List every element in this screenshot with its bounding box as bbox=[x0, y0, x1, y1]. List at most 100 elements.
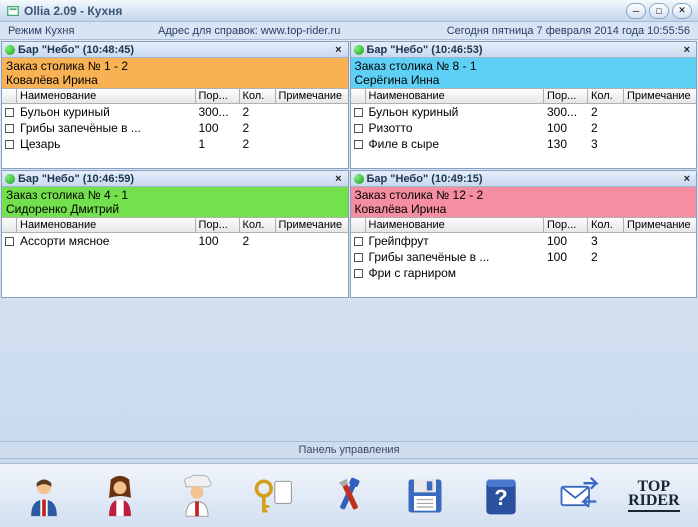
col-note[interactable]: Примечание bbox=[624, 89, 696, 103]
panel-close-icon[interactable]: × bbox=[332, 44, 344, 56]
checkbox-icon[interactable] bbox=[5, 140, 14, 149]
cell-qty: 2 bbox=[240, 121, 276, 135]
checkbox-icon[interactable] bbox=[354, 253, 363, 262]
svg-text:?: ? bbox=[495, 485, 508, 510]
col-note[interactable]: Примечание bbox=[276, 218, 348, 232]
panel-titlebar: Бар "Небо" (10:46:53)× bbox=[351, 42, 697, 58]
checkbox-icon[interactable] bbox=[354, 108, 363, 117]
cell-note bbox=[624, 121, 696, 135]
col-qty[interactable]: Кол. bbox=[588, 89, 624, 103]
cell-note bbox=[624, 234, 696, 248]
col-name[interactable]: Наименование bbox=[17, 89, 196, 103]
checkbox-icon[interactable] bbox=[354, 140, 363, 149]
panel-close-icon[interactable]: × bbox=[681, 44, 693, 56]
minimize-button[interactable]: ─ bbox=[626, 3, 646, 19]
table-header: НаименованиеПор...Кол.Примечание bbox=[351, 217, 697, 233]
panel-close-icon[interactable]: × bbox=[681, 173, 693, 185]
cell-note bbox=[624, 137, 696, 151]
table-row[interactable]: Филе в сыре1303 bbox=[351, 136, 697, 152]
checkbox-icon[interactable] bbox=[354, 124, 363, 133]
col-note[interactable]: Примечание bbox=[276, 89, 348, 103]
panel-close-icon[interactable]: × bbox=[332, 173, 344, 185]
user-female-button[interactable] bbox=[96, 472, 144, 520]
checkbox-icon[interactable] bbox=[5, 237, 14, 246]
panels-grid: Бар "Небо" (10:48:45)×Заказ столика № 1 … bbox=[0, 40, 698, 299]
table-body: Ассорти мясное1002 bbox=[2, 233, 348, 297]
cell-portion: 300... bbox=[544, 105, 588, 119]
col-name[interactable]: Наименование bbox=[366, 89, 545, 103]
table-body: Грейпфрут1003Грибы запечёные в ...1002Фр… bbox=[351, 233, 697, 297]
user-male-button[interactable] bbox=[20, 472, 68, 520]
panel-title-text: Бар "Небо" (10:46:59) bbox=[18, 173, 332, 185]
table-row[interactable]: Ассорти мясное1002 bbox=[2, 233, 348, 249]
table-row[interactable]: Грибы запечёные в ...1002 bbox=[351, 249, 697, 265]
window-title: Ollia 2.09 - Кухня bbox=[24, 4, 623, 18]
checkbox-icon[interactable] bbox=[5, 108, 14, 117]
panel-title-text: Бар "Небо" (10:46:53) bbox=[367, 44, 681, 56]
close-button[interactable]: ✕ bbox=[672, 3, 692, 19]
col-name[interactable]: Наименование bbox=[17, 218, 196, 232]
order-header: Заказ столика № 4 - 1Сидоренко Дмитрий bbox=[2, 187, 348, 217]
col-note[interactable]: Примечание bbox=[624, 218, 696, 232]
table-row[interactable]: Бульон куриный300...2 bbox=[351, 104, 697, 120]
cell-note bbox=[276, 234, 348, 248]
checkbox-icon[interactable] bbox=[354, 237, 363, 246]
table-row[interactable]: Фри с гарниром bbox=[351, 265, 697, 281]
table-row[interactable]: Грибы запечёные в ...1002 bbox=[2, 120, 348, 136]
order-header: Заказ столика № 12 - 2Ковалёва Ирина bbox=[351, 187, 697, 217]
checkbox-icon[interactable] bbox=[354, 269, 363, 278]
col-portion[interactable]: Пор... bbox=[196, 89, 240, 103]
table-row[interactable]: Цезарь12 bbox=[2, 136, 348, 152]
cell-note bbox=[276, 105, 348, 119]
titlebar: Ollia 2.09 - Кухня ─ □ ✕ bbox=[0, 0, 698, 22]
panel-titlebar: Бар "Небо" (10:48:45)× bbox=[2, 42, 348, 58]
key-button[interactable] bbox=[249, 472, 297, 520]
col-name[interactable]: Наименование bbox=[366, 218, 545, 232]
table-body: Бульон куриный300...2Ризотто1002Филе в с… bbox=[351, 104, 697, 168]
app-icon bbox=[6, 4, 20, 18]
cell-portion bbox=[544, 266, 588, 280]
cell-name: Фри с гарниром bbox=[366, 266, 545, 280]
help-button[interactable]: ? bbox=[477, 472, 525, 520]
col-portion[interactable]: Пор... bbox=[544, 89, 588, 103]
save-button[interactable] bbox=[401, 472, 449, 520]
panel-title-text: Бар "Небо" (10:48:45) bbox=[18, 44, 332, 56]
cell-qty: 3 bbox=[588, 234, 624, 248]
toolbar: ? TOPRIDER bbox=[0, 463, 698, 527]
order-line1: Заказ столика № 4 - 1 bbox=[6, 188, 344, 202]
mail-button[interactable] bbox=[554, 472, 602, 520]
cell-qty: 2 bbox=[240, 105, 276, 119]
order-panel: Бар "Небо" (10:48:45)×Заказ столика № 1 … bbox=[1, 41, 349, 169]
order-line2: Ковалёва Ирина bbox=[355, 202, 693, 216]
table-row[interactable]: Грейпфрут1003 bbox=[351, 233, 697, 249]
cell-name: Грейпфрут bbox=[366, 234, 545, 248]
cell-name: Грибы запечёные в ... bbox=[17, 121, 196, 135]
order-panel: Бар "Небо" (10:46:53)×Заказ столика № 8 … bbox=[350, 41, 698, 169]
cell-portion: 300... bbox=[196, 105, 240, 119]
checkbox-icon[interactable] bbox=[5, 124, 14, 133]
col-portion[interactable]: Пор... bbox=[196, 218, 240, 232]
order-header: Заказ столика № 8 - 1Серёгина Инна bbox=[351, 58, 697, 88]
panel-titlebar: Бар "Небо" (10:46:59)× bbox=[2, 171, 348, 187]
table-header: НаименованиеПор...Кол.Примечание bbox=[2, 217, 348, 233]
cell-name: Филе в сыре bbox=[366, 137, 545, 151]
settings-button[interactable] bbox=[325, 472, 373, 520]
control-panel-label: Панель управления bbox=[0, 441, 698, 459]
cell-name: Ризотто bbox=[366, 121, 545, 135]
chef-button[interactable] bbox=[173, 472, 221, 520]
cell-portion: 100 bbox=[544, 234, 588, 248]
col-qty[interactable]: Кол. bbox=[240, 89, 276, 103]
table-row[interactable]: Ризотто1002 bbox=[351, 120, 697, 136]
order-header: Заказ столика № 1 - 2Ковалёва Ирина bbox=[2, 58, 348, 88]
order-line1: Заказ столика № 1 - 2 bbox=[6, 59, 344, 73]
col-qty[interactable]: Кол. bbox=[240, 218, 276, 232]
col-qty[interactable]: Кол. bbox=[588, 218, 624, 232]
maximize-button[interactable]: □ bbox=[649, 3, 669, 19]
table-row[interactable]: Бульон куриный300...2 bbox=[2, 104, 348, 120]
logo-button[interactable]: TOPRIDER bbox=[630, 472, 678, 520]
cell-portion: 1 bbox=[196, 137, 240, 151]
infobar: Режим Кухня Адрес для справок: www.top-r… bbox=[0, 22, 698, 40]
col-portion[interactable]: Пор... bbox=[544, 218, 588, 232]
cell-qty: 2 bbox=[240, 234, 276, 248]
order-line1: Заказ столика № 12 - 2 bbox=[355, 188, 693, 202]
